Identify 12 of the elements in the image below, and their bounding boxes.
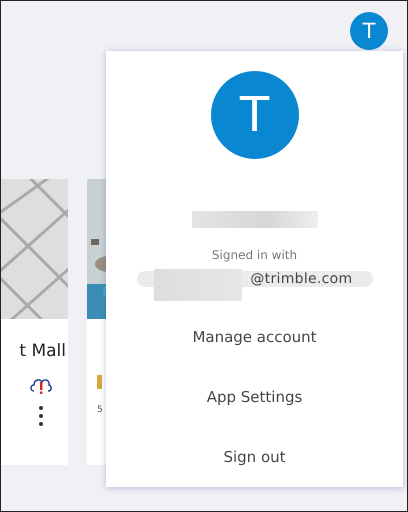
- tag-icon: [97, 375, 102, 389]
- project-card[interactable]: t Mall: [1, 179, 68, 465]
- email-text: @trimble.com: [250, 271, 352, 287]
- menu-item[interactable]: App Settings: [196, 367, 312, 427]
- menu-item[interactable]: Manage account: [182, 307, 327, 367]
- card-title: t Mall: [19, 341, 66, 361]
- avatar-button[interactable]: T: [350, 12, 388, 50]
- signed-in-label: Signed in with: [212, 248, 298, 262]
- card-detail: 5: [97, 405, 104, 415]
- user-avatar: T: [210, 71, 298, 159]
- menu-item[interactable]: Sign out: [213, 427, 296, 487]
- more-icon[interactable]: [38, 405, 44, 427]
